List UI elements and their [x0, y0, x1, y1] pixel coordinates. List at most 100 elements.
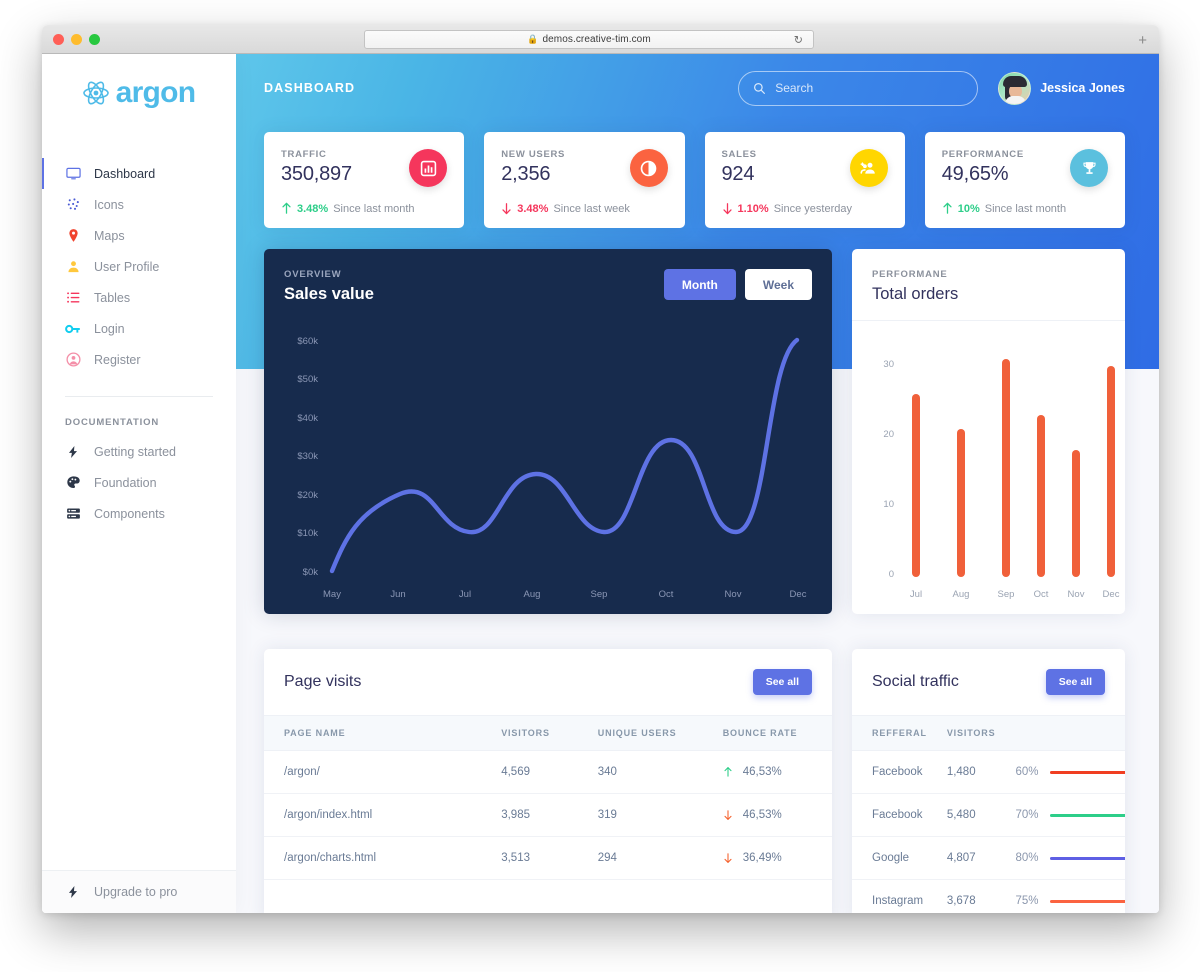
table-row: Facebook 1,480 60% — [852, 750, 1125, 794]
delta-arrow-down-icon — [501, 202, 512, 215]
orders-card-title: Total orders — [872, 285, 959, 303]
address-bar-url: demos.creative-tim.com — [542, 34, 651, 45]
page-visits-see-all-button[interactable]: See all — [752, 669, 812, 695]
upgrade-to-pro-label: Upgrade to pro — [94, 885, 178, 899]
stat-period: Since last month — [984, 202, 1067, 215]
argon-atom-icon — [82, 80, 109, 106]
sidebar-item-tables[interactable]: Tables — [42, 282, 236, 313]
browser-window: 🔒 demos.creative-tim.com ↻ + argon Dashb… — [42, 25, 1159, 913]
sidebar-item-label: Getting started — [94, 444, 176, 459]
user-icon — [65, 259, 81, 275]
sales-card-title: Sales value — [284, 285, 374, 303]
table-row: Facebook 5,480 70% — [852, 793, 1125, 837]
bolt-icon — [65, 884, 81, 900]
stat-value: 350,897 — [281, 163, 352, 185]
new-tab-button[interactable]: + — [1138, 33, 1147, 48]
sidebar-item-label: Dashboard — [94, 166, 156, 181]
sidebar-item-components[interactable]: Components — [42, 498, 236, 529]
table-header-row: PAGE NAME VISITORS UNIQUE USERS BOUNCE R… — [264, 715, 832, 751]
cell-visitors: 4,569 — [491, 750, 588, 794]
stat-value: 2,356 — [501, 163, 551, 185]
sidebar-item-register[interactable]: Register — [42, 344, 236, 375]
sidebar-item-user-profile[interactable]: User Profile — [42, 251, 236, 282]
x-tick-label: Jul — [459, 589, 471, 600]
topbar-right: Jessica Jones — [738, 70, 1125, 106]
cell-bounce-rate: 36,49% — [712, 836, 832, 880]
week-button[interactable]: Week — [744, 269, 812, 300]
stat-label: NEW USERS — [501, 149, 566, 160]
brand-logo-area[interactable]: argon — [42, 54, 236, 126]
bolt-icon — [65, 444, 81, 460]
x-tick-label: Dec — [1103, 589, 1120, 600]
sidebar-item-foundation[interactable]: Foundation — [42, 467, 236, 498]
column-header-unique-users: UNIQUE USERS — [587, 715, 713, 751]
cell-visitors: 4,807 — [936, 836, 1006, 880]
page-visits-table: PAGE NAME VISITORS UNIQUE USERS BOUNCE R… — [264, 715, 832, 880]
sales-line-chart: $60k $50k $40k $30k $20k $10k $0k May Ju… — [264, 304, 832, 614]
social-traffic-see-all-button[interactable]: See all — [1045, 669, 1105, 695]
server-icon — [65, 506, 81, 522]
table-row: /argon/charts.html 3,513 294 36,49% — [264, 836, 832, 880]
sidebar-item-login[interactable]: Login — [42, 313, 236, 344]
delta-arrow-up-icon — [281, 202, 292, 215]
table-row: /argon/ 4,569 340 46,53% — [264, 750, 832, 794]
maximize-window-button[interactable] — [89, 34, 100, 45]
browser-titlebar: 🔒 demos.creative-tim.com ↻ + — [42, 25, 1159, 54]
progress-bar — [1049, 899, 1125, 903]
line-series-path — [329, 337, 800, 574]
sidebar-item-getting-started[interactable]: Getting started — [42, 436, 236, 467]
arrow-down-icon — [723, 809, 733, 821]
cell-unique-users: 294 — [587, 836, 713, 880]
share-percent: 70% — [1015, 809, 1039, 821]
bounce-rate-value: 46,53% — [742, 766, 782, 778]
stat-card-new-users: NEW USERS 2,356 3.48% Since last week — [484, 132, 685, 228]
address-bar[interactable]: 🔒 demos.creative-tim.com ↻ — [364, 30, 814, 49]
x-tick-label: Jun — [390, 589, 405, 600]
sidebar-nav: Dashboard Icons Maps User Profile Tables… — [42, 158, 236, 529]
close-window-button[interactable] — [53, 34, 64, 45]
x-tick-label: Sep — [591, 589, 608, 600]
sidebar-section-heading: DOCUMENTATION — [65, 417, 160, 428]
stat-period: Since yesterday — [773, 202, 852, 215]
line-chart-svg: $60k $50k $40k $30k $20k $10k $0k May Ju… — [297, 336, 806, 600]
cell-share: 80% — [1005, 836, 1125, 880]
sidebar-item-label: Foundation — [94, 475, 157, 490]
y-tick-label: 30 — [883, 359, 894, 370]
tables-row: Page visits See all PAGE NAME VISITORS U… — [236, 614, 1159, 913]
social-traffic-title: Social traffic — [872, 673, 959, 690]
stat-card-sales: SALES 924 1.10% Since yesterday — [704, 132, 905, 228]
sidebar-divider — [65, 396, 213, 397]
sales-value-card: OVERVIEW Sales value Month Week $60k $50… — [264, 249, 832, 614]
minimize-window-button[interactable] — [71, 34, 82, 45]
search-icon — [753, 82, 766, 95]
stat-card-performance: PERFORMANCE 49,65% 10% Since last month — [924, 132, 1125, 228]
table-row: /argon/index.html 3,985 319 46,53% — [264, 793, 832, 837]
search-input[interactable] — [775, 81, 964, 95]
reload-icon[interactable]: ↻ — [794, 33, 803, 46]
page-viewport: argon Dashboard Icons Maps User Profile … — [42, 54, 1159, 913]
sidebar-item-icons[interactable]: Icons — [42, 189, 236, 220]
stat-card-traffic: TRAFFIC 350,897 3.48% Since last month — [264, 132, 465, 228]
sidebar-item-dashboard[interactable]: Dashboard — [42, 158, 236, 189]
stat-value: 49,65% — [941, 163, 1009, 185]
upgrade-to-pro-button[interactable]: Upgrade to pro — [42, 871, 236, 913]
cell-bounce-rate: 46,53% — [712, 750, 832, 794]
y-tick-label: $20k — [297, 490, 318, 501]
cell-referral: Facebook — [852, 793, 937, 837]
x-tick-label: Jul — [910, 589, 922, 600]
user-menu[interactable]: Jessica Jones — [998, 71, 1125, 105]
bar-series — [912, 359, 1115, 577]
key-icon — [65, 321, 81, 337]
search-box[interactable] — [738, 70, 979, 106]
chart-bar-icon — [409, 149, 448, 187]
column-header-visitors: VISITORS — [491, 715, 588, 751]
sidebar-item-maps[interactable]: Maps — [42, 220, 236, 251]
month-button[interactable]: Month — [663, 269, 736, 300]
cell-visitors: 1,480 — [936, 750, 1006, 794]
x-tick-label: Nov — [725, 589, 742, 600]
column-header-share — [1005, 715, 1125, 751]
map-pin-icon — [65, 228, 81, 244]
x-tick-label: Aug — [524, 589, 541, 600]
share-percent: 75% — [1015, 895, 1039, 907]
arrow-up-icon — [723, 766, 733, 778]
